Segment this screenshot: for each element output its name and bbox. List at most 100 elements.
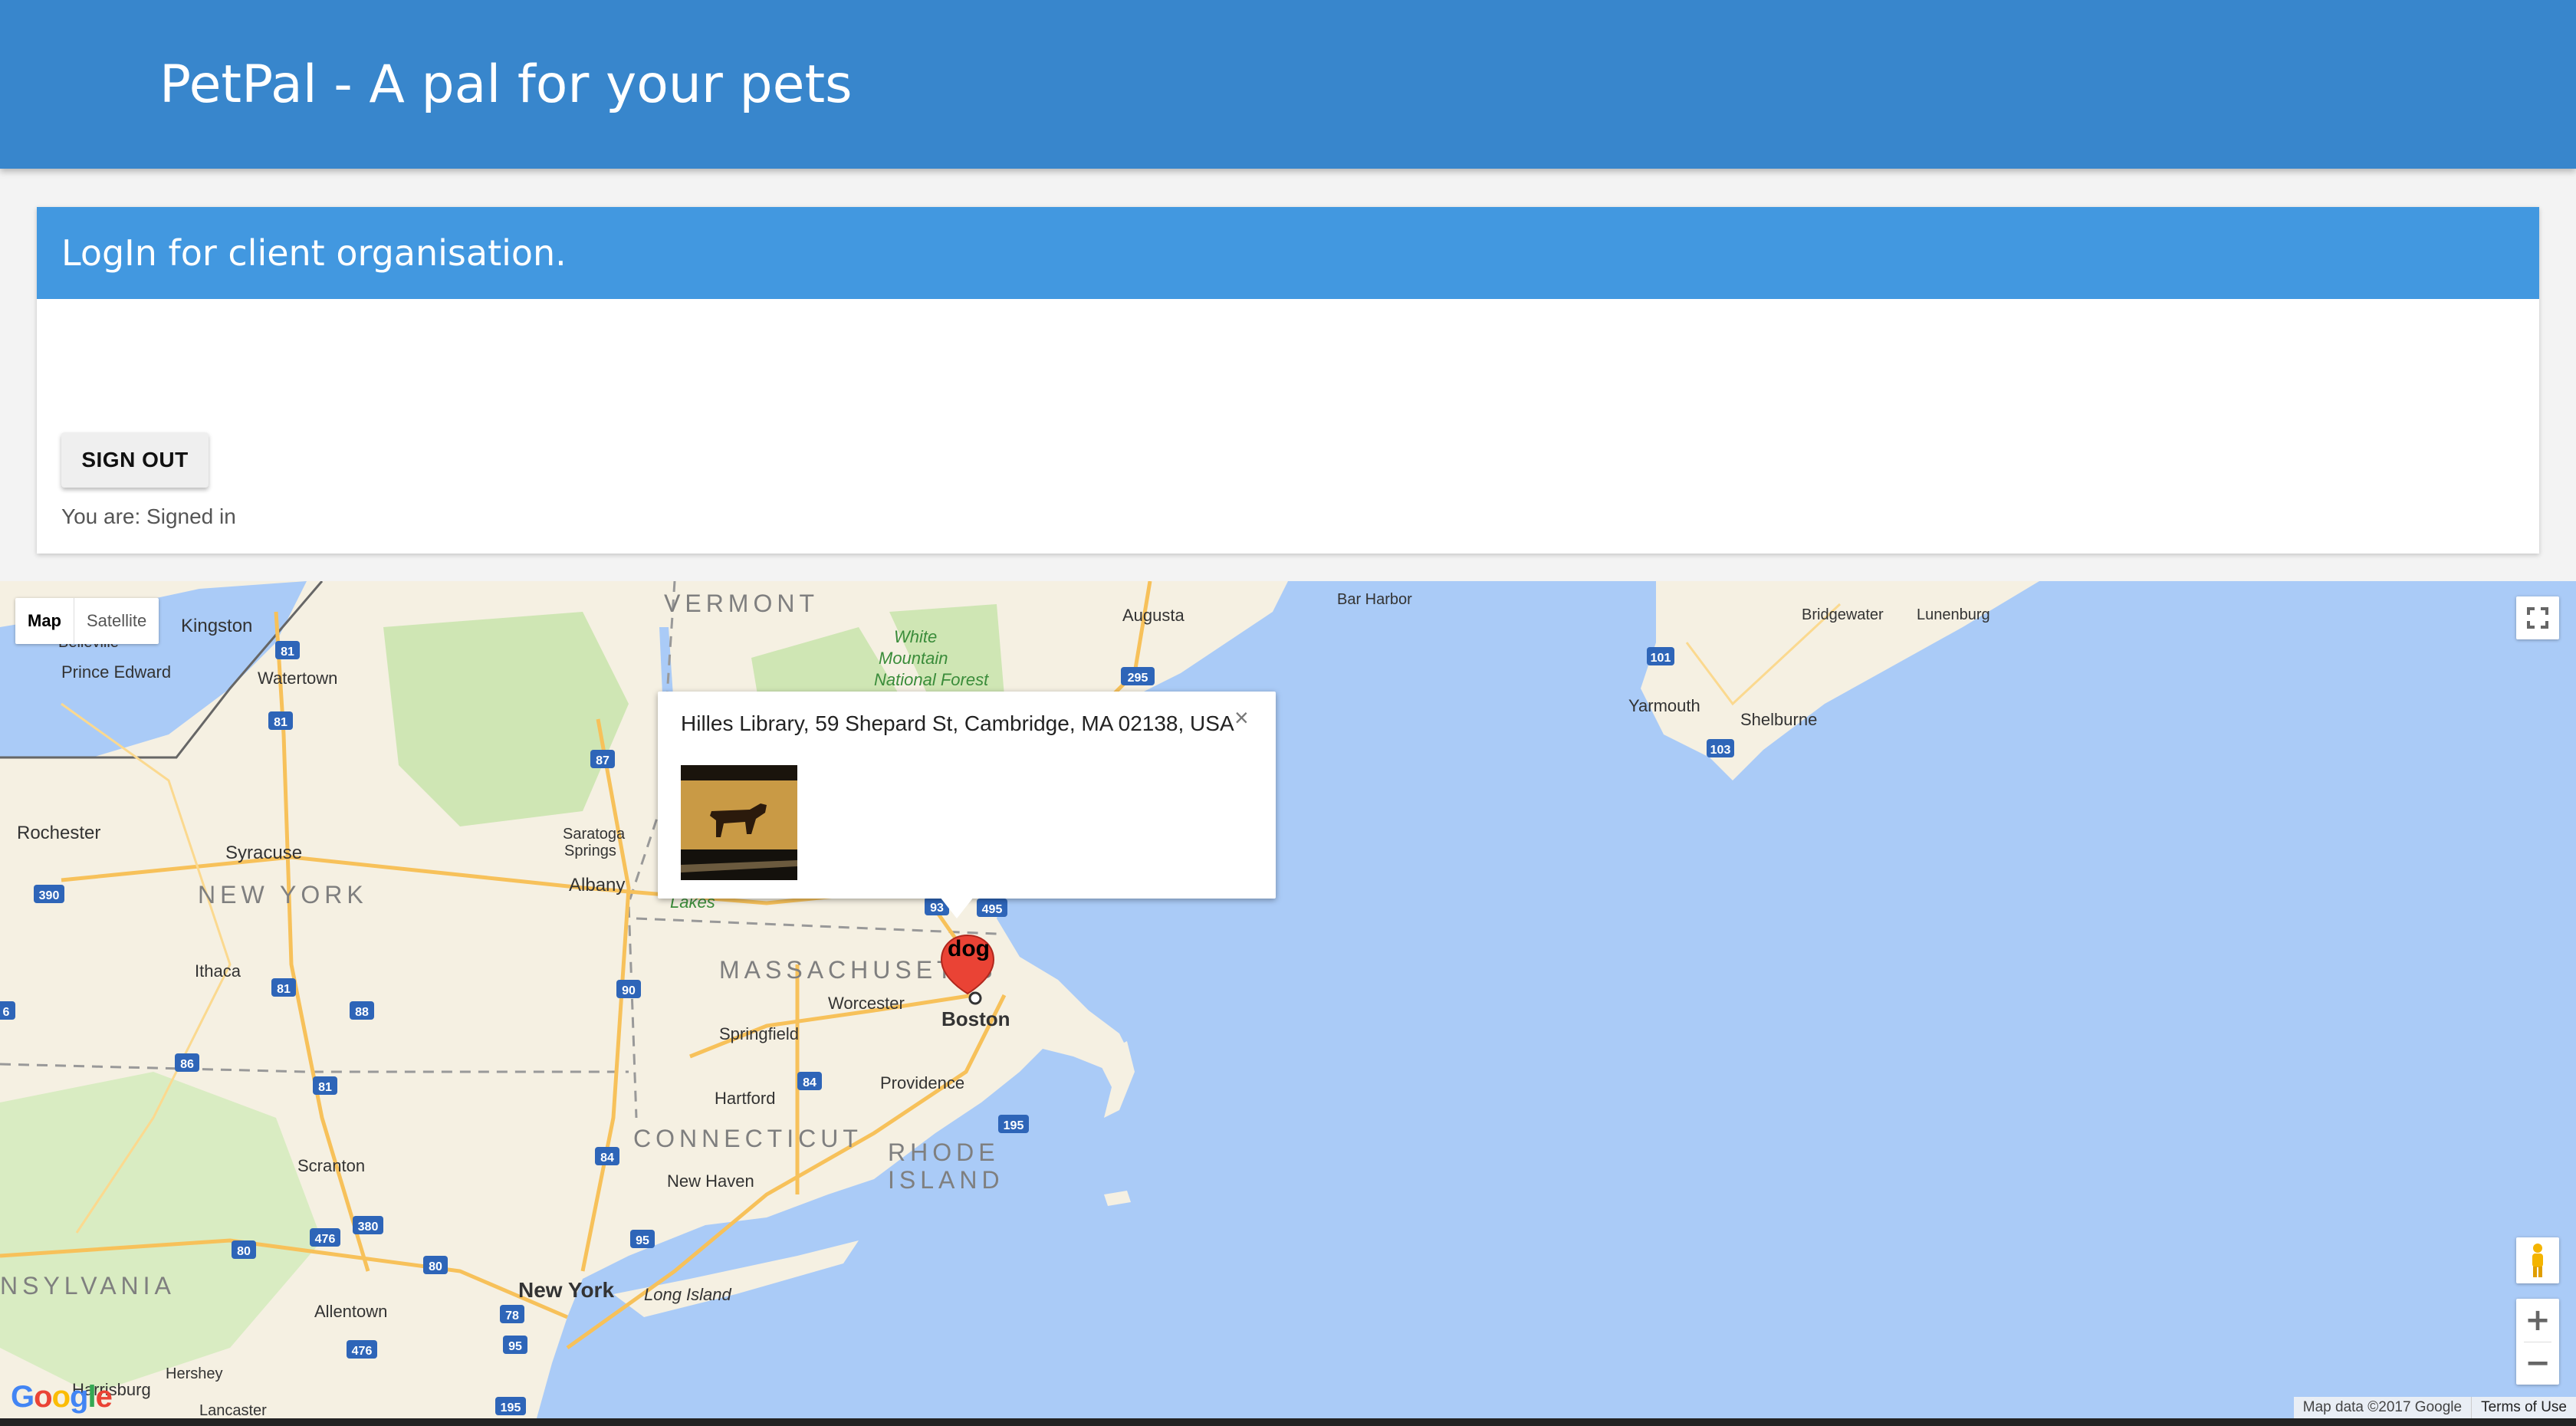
fullscreen-icon [2527,607,2548,629]
land-nantucket [1104,1191,1131,1206]
svg-text:103: 103 [1710,744,1731,757]
route-shield: 81 [268,711,293,730]
svg-text:195: 195 [501,1401,521,1414]
app-title: PetPal - A pal for your pets [159,54,853,115]
place-label: Bar Harbor [1337,591,1412,608]
route-shield: 87 [590,750,615,768]
map-type-map-button[interactable]: Map [15,598,74,644]
route-shield: 390 [34,885,64,903]
route-shield: 88 [350,1001,374,1020]
svg-text:78: 78 [505,1309,519,1322]
svg-text:80: 80 [237,1245,251,1258]
route-shield: 195 [495,1397,526,1415]
map-view[interactable]: VERMONT White Mountain National Forest A… [0,581,2576,1418]
login-card: LogIn for client organisation. SIGN OUT … [37,207,2539,554]
route-shield: 380 [353,1216,383,1234]
route-shield: 295 [1121,667,1155,685]
place-label: Ithaca [195,961,242,981]
svg-text:88: 88 [355,1006,369,1019]
fullscreen-button[interactable] [2516,596,2559,639]
svg-text:81: 81 [277,983,291,996]
info-window-close-icon[interactable]: × [1234,702,1249,733]
map-type-satellite-button[interactable]: Satellite [74,598,159,644]
dog-photo [681,765,797,880]
svg-text:495: 495 [982,903,1003,916]
place-label: Rochester [17,823,100,843]
route-shield: 80 [232,1240,256,1259]
place-label: Long Island [644,1285,732,1304]
map-type-control: Map Satellite [15,598,159,644]
marker-label: dog [948,936,990,961]
svg-text:87: 87 [596,754,610,767]
svg-text:84: 84 [600,1152,614,1165]
place-label: Yarmouth [1628,696,1700,715]
route-shield: 195 [998,1115,1029,1133]
route-shield: 476 [347,1340,377,1359]
svg-text:81: 81 [281,646,294,659]
place-label: Bridgewater [1802,606,1884,623]
sign-out-button[interactable]: SIGN OUT [61,432,209,488]
place-label: Allentown [314,1302,387,1321]
map-canvas[interactable]: VERMONT White Mountain National Forest A… [0,581,2576,1418]
place-label: Kingston [181,616,252,636]
place-label: RHODE [888,1138,1000,1166]
svg-text:295: 295 [1128,672,1148,685]
google-logo[interactable]: Google [11,1380,113,1414]
svg-text:195: 195 [1004,1119,1024,1132]
place-label: Providence [880,1073,964,1092]
place-label: Lunenburg [1917,606,1990,623]
route-shield: 95 [630,1230,655,1248]
route-shield: 80 [423,1256,448,1274]
zoom-in-button[interactable]: + [2516,1299,2559,1342]
route-shield: 476 [310,1228,340,1247]
place-label: VERMONT [664,590,819,617]
route-shield: 81 [271,978,296,997]
google-logo-letter: g [70,1380,88,1414]
svg-text:380: 380 [358,1221,379,1234]
street-view-button[interactable] [2516,1237,2559,1283]
route-shield: 84 [595,1147,619,1165]
place-label: Hartford [715,1089,775,1108]
info-window-tail [940,897,974,918]
place-label: Shelburne [1740,710,1817,729]
route-shield: 84 [797,1072,822,1090]
google-logo-letter: o [51,1380,71,1414]
svg-text:86: 86 [180,1058,194,1071]
svg-text:476: 476 [352,1345,373,1358]
svg-text:6: 6 [3,1006,10,1019]
route-shield: 86 [175,1053,199,1072]
terms-of-use-link[interactable]: Terms of Use [2471,1397,2576,1418]
boston-dot [968,991,982,1005]
svg-text:84: 84 [803,1076,816,1089]
svg-text:95: 95 [636,1234,649,1247]
place-label: Springfield [719,1024,799,1043]
place-label: Watertown [258,669,337,688]
place-label: Augusta [1122,606,1184,625]
place-label: New Haven [667,1171,754,1191]
place-label: Boston [941,1007,1010,1030]
place-label: NSYLVANIA [0,1272,176,1300]
zoom-control: + − [2516,1299,2559,1385]
zoom-out-button[interactable]: − [2516,1342,2559,1385]
place-label: Worcester [828,994,905,1013]
place-label: CONNECTICUT [633,1125,863,1152]
place-label: Hershey [166,1365,222,1382]
route-shield: 6 [0,1001,15,1020]
route-shield: 78 [500,1305,524,1323]
app-header: PetPal - A pal for your pets [0,0,2576,169]
svg-text:390: 390 [39,889,60,902]
svg-text:476: 476 [315,1233,336,1246]
route-shield: 101 [1647,647,1674,665]
svg-text:80: 80 [429,1260,442,1273]
place-label: Prince Edward [61,662,171,682]
land-long-island [613,1240,859,1317]
google-logo-letter: o [34,1380,52,1414]
svg-text:81: 81 [274,716,288,729]
place-label: White [894,627,937,646]
svg-text:95: 95 [508,1340,522,1353]
route-shield: 103 [1707,739,1734,757]
place-label: NEW YORK [198,881,368,909]
map-data-credit: Map data ©2017 Google [2302,1399,2463,1415]
place-label: Springs [564,843,616,859]
route-shield: 95 [503,1336,527,1354]
